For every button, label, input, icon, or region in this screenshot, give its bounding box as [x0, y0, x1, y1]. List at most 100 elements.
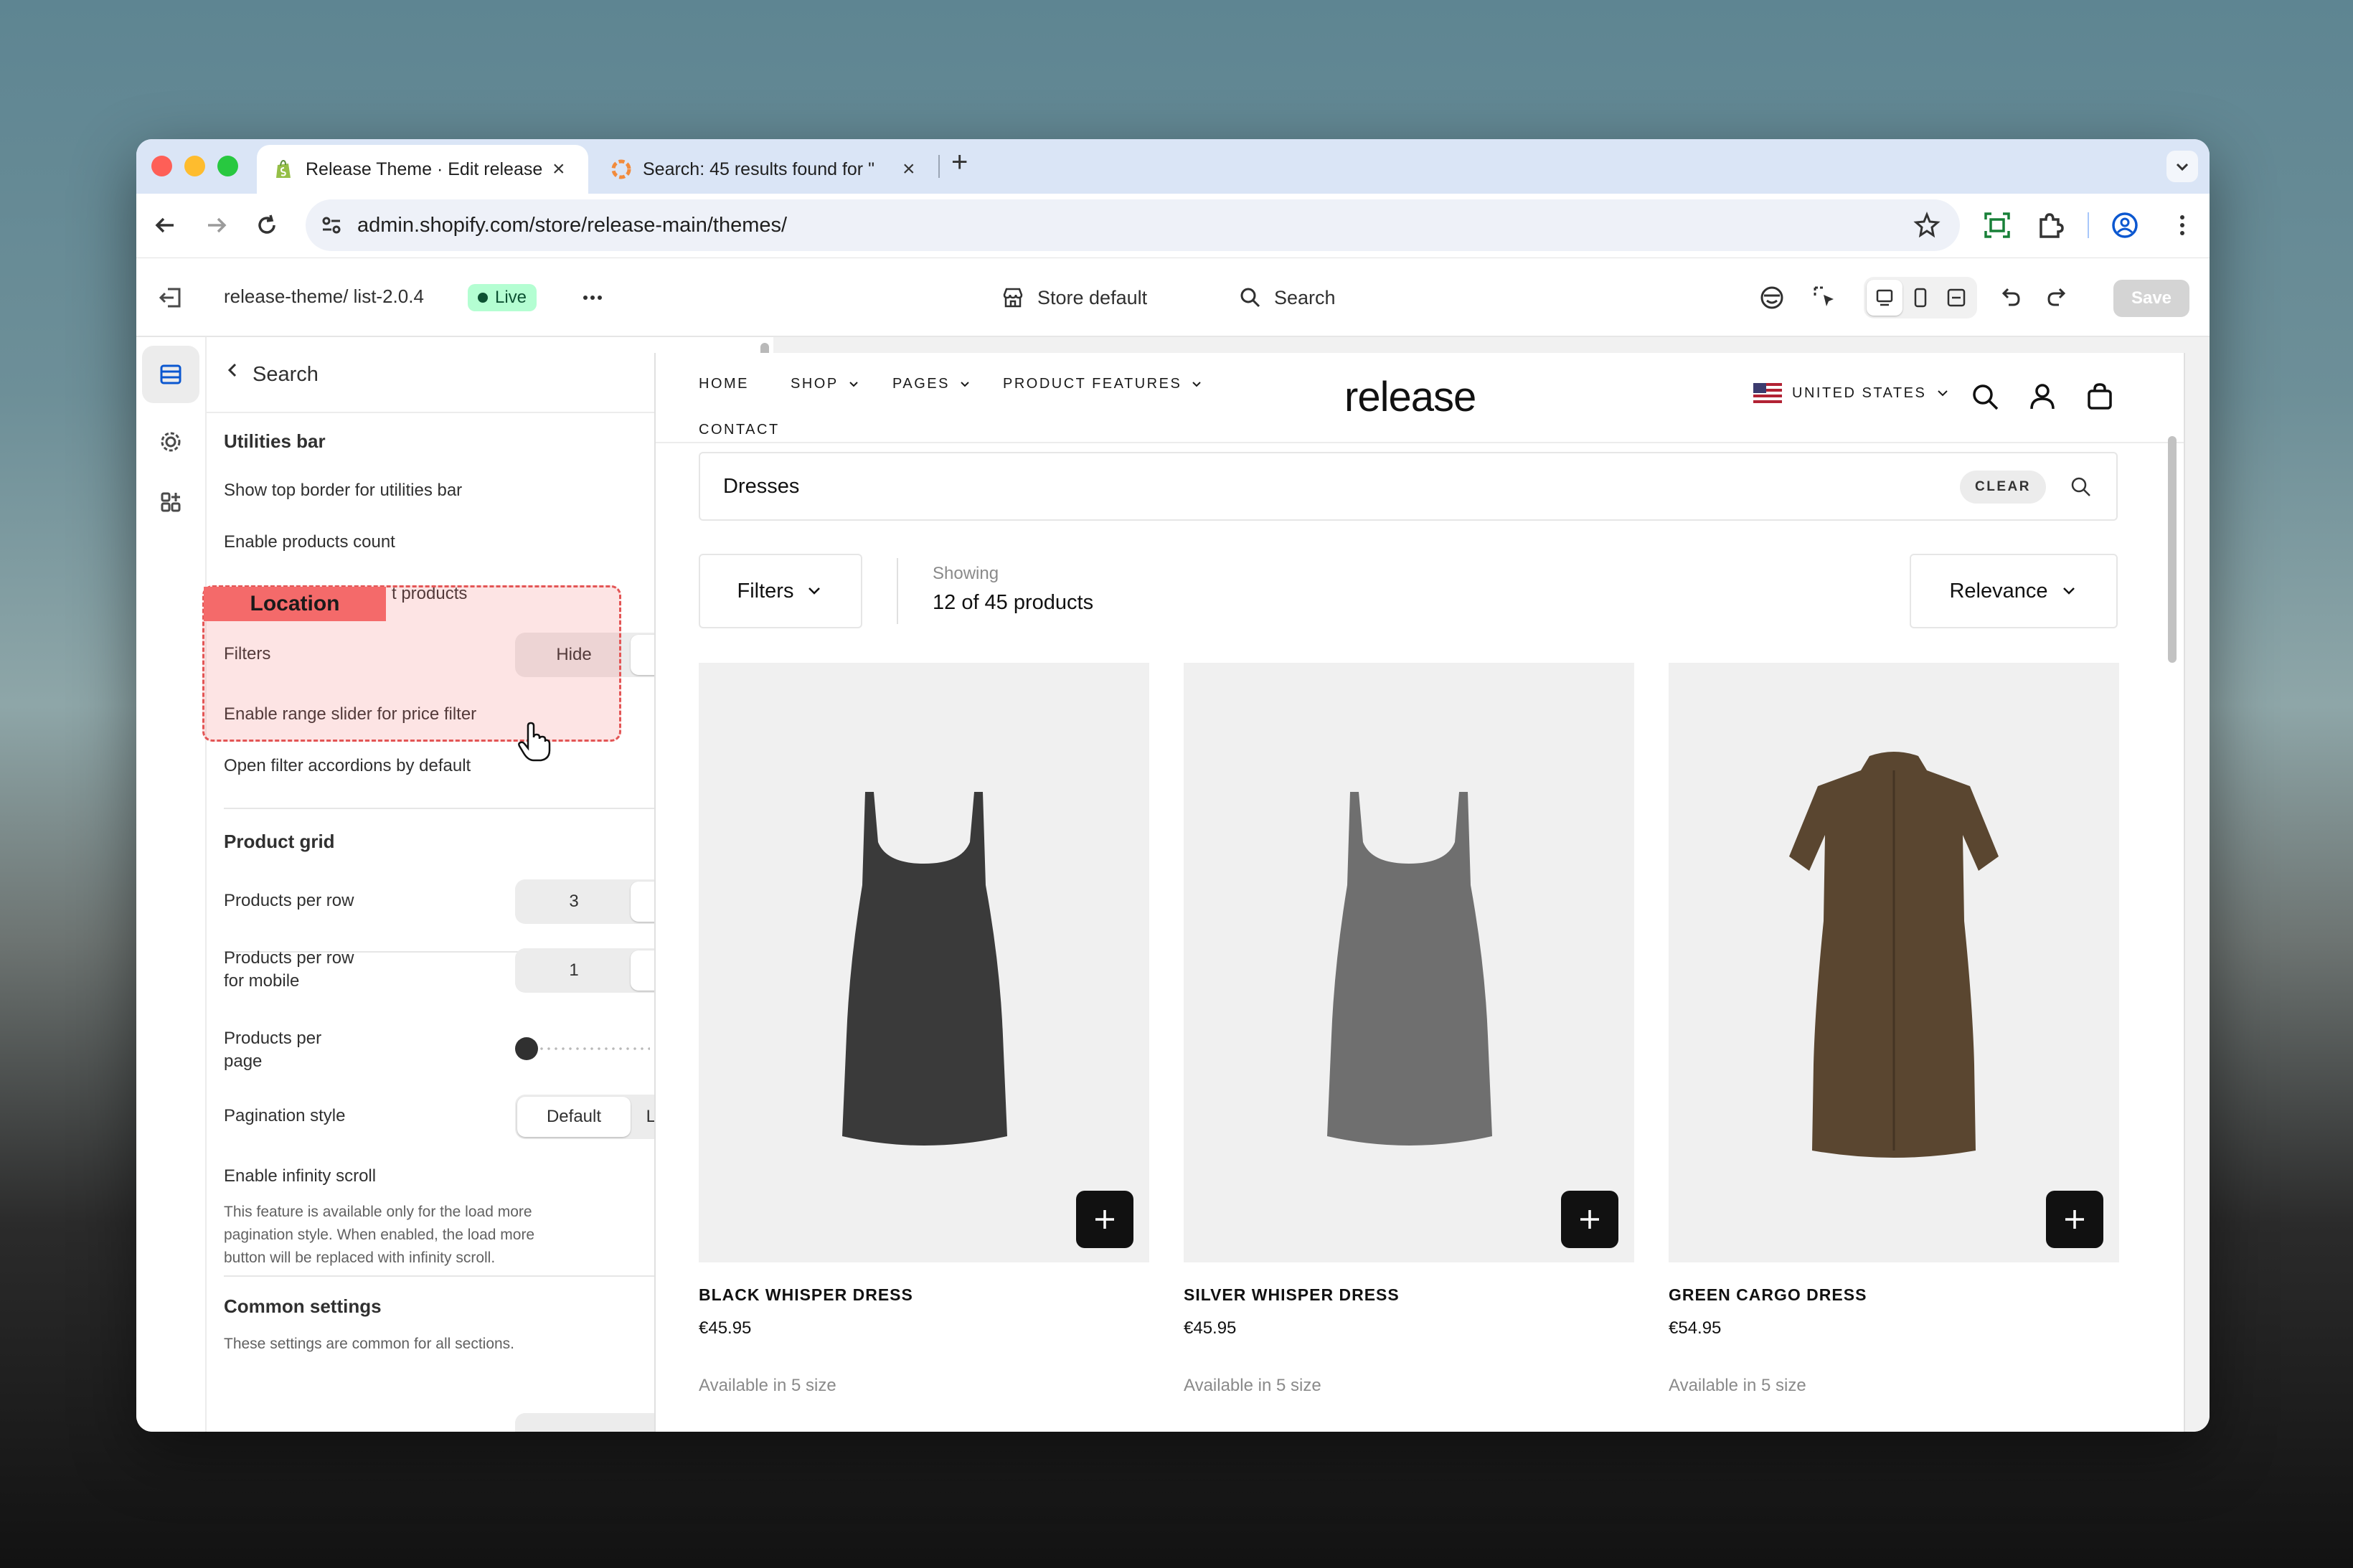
profile-icon[interactable]: [2109, 209, 2141, 241]
section-title-utilities: Utilities bar: [224, 430, 326, 452]
quick-add-button[interactable]: [1561, 1191, 1618, 1248]
more-actions-icon[interactable]: [578, 283, 607, 312]
fullwidth-icon: [1947, 288, 1966, 307]
setting-label: for mobile: [224, 971, 300, 991]
apps-icon: [161, 492, 181, 512]
nav-contact[interactable]: CONTACT: [699, 422, 780, 438]
desktop-view-button[interactable]: [1867, 280, 1902, 316]
reload-icon[interactable]: [251, 209, 283, 241]
slider-thumb[interactable]: [515, 1037, 538, 1060]
editor-search[interactable]: Search: [1238, 283, 1336, 313]
save-button[interactable]: Save: [2113, 280, 2189, 317]
product-image[interactable]: [699, 663, 1149, 1262]
location-label: Location: [204, 587, 386, 621]
filters-button[interactable]: Filters: [699, 554, 862, 628]
sections-tab[interactable]: [142, 346, 199, 403]
shopify-icon: [273, 159, 294, 180]
quick-add-button[interactable]: [2046, 1191, 2103, 1248]
close-icon[interactable]: ×: [902, 157, 915, 181]
tab-release-theme[interactable]: Release Theme · Edit release ×: [257, 145, 588, 194]
nav-home[interactable]: HOME: [699, 376, 749, 392]
setting-label: Pagination style: [224, 1106, 346, 1125]
back-chevron-icon[interactable]: [221, 359, 244, 382]
inspector-icon[interactable]: [1758, 283, 1786, 312]
hand-cursor-icon: [517, 722, 551, 762]
bookmark-star-icon[interactable]: [1913, 211, 1941, 240]
product-name[interactable]: SILVER WHISPER DRESS: [1184, 1285, 1400, 1305]
cart-bag-icon[interactable]: [2085, 382, 2115, 412]
product-name[interactable]: GREEN CARGO DRESS: [1669, 1285, 1867, 1305]
tab-title: Release Theme · Edit release: [306, 159, 542, 179]
setting-label: Enable infinity scroll: [224, 1166, 377, 1186]
extensions-icon[interactable]: [2034, 209, 2066, 241]
country-selector[interactable]: UNITED STATES: [1753, 383, 1951, 403]
favicon-icon: [611, 159, 631, 179]
address-bar[interactable]: admin.shopify.com/store/release-main/the…: [306, 199, 1960, 251]
apps-tab[interactable]: [142, 473, 199, 531]
redo-icon[interactable]: [2043, 283, 2072, 312]
option-3[interactable]: 3: [517, 882, 631, 922]
editor-header: release-theme/ list-2.0.4 Live Store def…: [136, 258, 2210, 337]
nav-pages[interactable]: PAGES: [892, 376, 971, 392]
select-element-icon[interactable]: [1811, 283, 1839, 312]
account-icon[interactable]: [2027, 382, 2057, 412]
close-icon[interactable]: ×: [552, 157, 565, 181]
option-default[interactable]: Default: [517, 1097, 631, 1137]
tab-search-results[interactable]: Search: 45 results found for " ×: [595, 145, 933, 194]
screenshot-icon[interactable]: [1981, 209, 2013, 241]
browser-toolbar: admin.shopify.com/store/release-main/the…: [136, 194, 2210, 258]
store-selector[interactable]: Store default: [1000, 283, 1147, 313]
store-icon: [1003, 288, 1023, 308]
slider-track[interactable]: [524, 1047, 650, 1050]
browser-window: Release Theme · Edit release × Search: 4…: [136, 139, 2210, 1432]
search-submit-icon[interactable]: [2069, 475, 2093, 499]
mobile-view-button[interactable]: [1902, 280, 1938, 316]
sort-label: Relevance: [1949, 579, 2048, 603]
store-logo[interactable]: release: [1344, 373, 1476, 421]
nav-shop[interactable]: SHOP: [791, 376, 860, 392]
mobile-icon: [1914, 288, 1927, 308]
minimize-window-button[interactable]: [184, 156, 205, 176]
close-window-button[interactable]: [151, 156, 172, 176]
store-search-icon[interactable]: [1970, 382, 2000, 412]
setting-label: Show top border for utilities bar: [224, 481, 463, 500]
clear-button[interactable]: CLEAR: [1960, 471, 2046, 504]
filters-label: Filters: [737, 579, 794, 603]
back-icon[interactable]: [149, 209, 181, 241]
silver-dress-image: [1327, 792, 1492, 1146]
product-price: €45.95: [699, 1318, 752, 1338]
new-tab-button[interactable]: +: [951, 146, 968, 179]
editor-rail: [136, 337, 207, 1432]
product-availability: Available in 5 size: [699, 1376, 836, 1395]
nav-shop-label: SHOP: [791, 376, 839, 392]
chevron-down-icon: [1938, 390, 1948, 397]
undo-icon[interactable]: [1996, 283, 2024, 312]
chevron-down-icon: [2176, 163, 2189, 171]
setting-label: Products per row: [224, 948, 354, 968]
fullscreen-view-button[interactable]: [1938, 280, 1974, 316]
setting-label: Enable products count: [224, 532, 395, 552]
zoom-window-button[interactable]: [217, 156, 238, 176]
product-image[interactable]: [1669, 663, 2119, 1262]
chevron-down-icon: [2062, 587, 2075, 595]
tab-search-button[interactable]: [2166, 151, 2198, 182]
theme-settings-tab[interactable]: [142, 413, 199, 471]
forward-icon[interactable]: [201, 209, 232, 241]
product-price: €54.95: [1669, 1318, 1722, 1338]
tab-title: Search: 45 results found for ": [643, 159, 874, 179]
nav-product-features[interactable]: PRODUCT FEATURES: [1003, 376, 1203, 392]
option-1[interactable]: 1: [517, 950, 631, 991]
product-name[interactable]: BLACK WHISPER DRESS: [699, 1285, 913, 1305]
header-divider: [656, 442, 2184, 443]
more-menu-icon[interactable]: [2166, 209, 2198, 241]
store-preview: HOME SHOP PAGES PRODUCT FEATURES CONTACT…: [654, 353, 2185, 1432]
nav-pages-label: PAGES: [892, 376, 950, 392]
product-price: €45.95: [1184, 1318, 1237, 1338]
sort-dropdown[interactable]: Relevance: [1910, 554, 2118, 628]
preview-scrollbar[interactable]: [2168, 436, 2177, 663]
product-image[interactable]: [1184, 663, 1634, 1262]
site-settings-icon[interactable]: [317, 211, 346, 240]
search-results-input[interactable]: Dresses CLEAR: [699, 452, 2118, 521]
quick-add-button[interactable]: [1076, 1191, 1133, 1248]
exit-icon[interactable]: [156, 283, 185, 312]
